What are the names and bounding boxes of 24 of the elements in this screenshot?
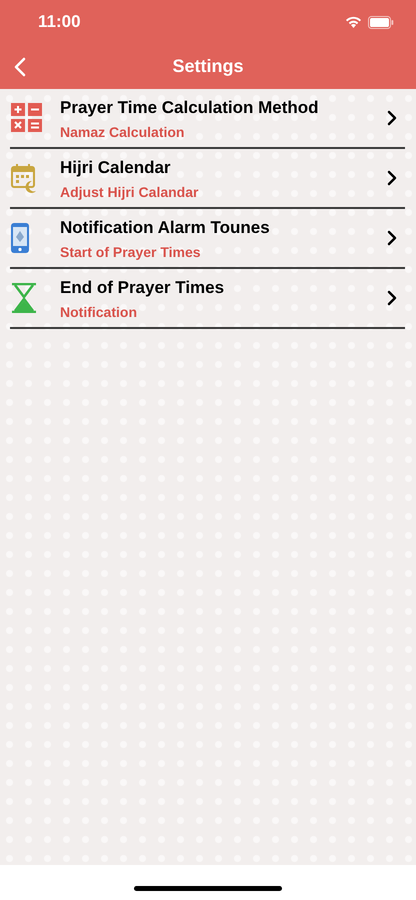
hourglass-icon bbox=[11, 283, 37, 313]
row-title: Hijri Calendar bbox=[60, 158, 172, 178]
chevron-right-icon bbox=[387, 170, 397, 186]
wifi-icon bbox=[345, 16, 362, 28]
battery-icon bbox=[368, 16, 394, 28]
row-subtitle: Notification bbox=[60, 304, 138, 320]
calculator-icon bbox=[11, 103, 43, 133]
row-title: Prayer Time Calculation Method bbox=[60, 98, 320, 118]
back-chevron-icon bbox=[14, 56, 26, 76]
row-subtitle: Namaz Calculation bbox=[60, 124, 186, 140]
chevron-right-icon bbox=[387, 230, 397, 246]
row-subtitle: Adjust Hijri Calandar bbox=[60, 184, 200, 200]
row-subtitle: Start of Prayer Times bbox=[60, 244, 202, 260]
phone-icon bbox=[11, 223, 29, 253]
status-time: 11:00 bbox=[38, 11, 81, 34]
row-title: Notification Alarm Tounes bbox=[60, 218, 271, 238]
settings-row[interactable]: End of Prayer Times Notification bbox=[10, 269, 405, 329]
settings-row[interactable]: Prayer Time Calculation Method Namaz Calculation bbox=[10, 89, 405, 149]
chevron-right-icon bbox=[387, 110, 397, 126]
row-title: End of Prayer Times bbox=[60, 278, 226, 298]
chevron-right-icon bbox=[387, 290, 397, 306]
screen-title: Settings bbox=[172, 55, 244, 78]
settings-row[interactable]: Hijri Calendar Adjust Hijri Calandar bbox=[10, 149, 405, 209]
settings-row[interactable]: Notification Alarm Tounes Start of Prayer Times bbox=[10, 209, 405, 269]
